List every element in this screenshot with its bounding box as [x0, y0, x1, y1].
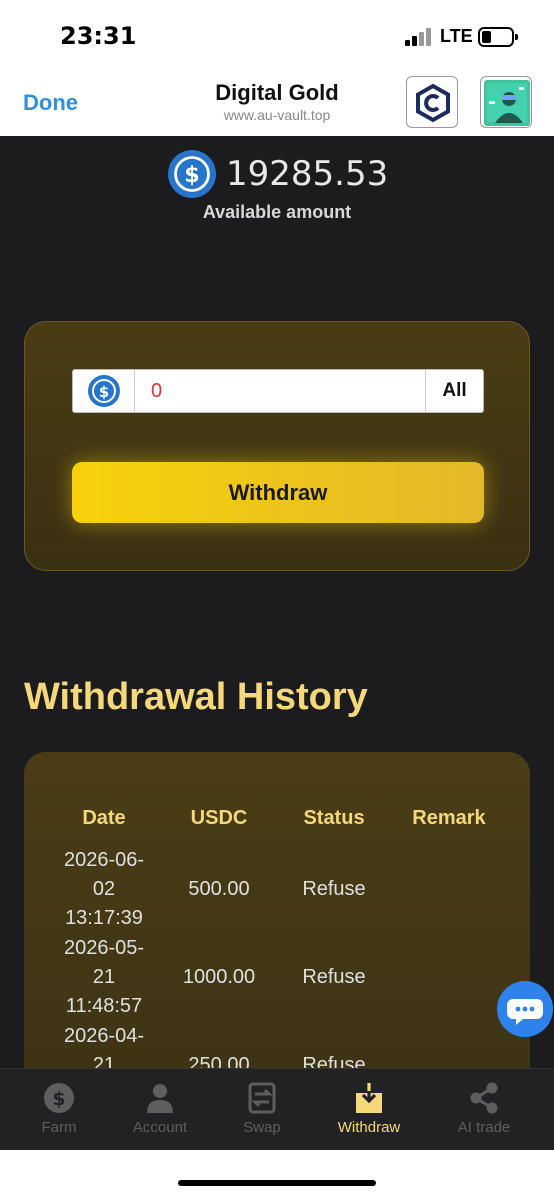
bottom-tab-bar: $ Farm Account Swap Withdraw AI trade: [0, 1068, 554, 1150]
battery-icon: [478, 27, 518, 47]
dollar-coin-icon: $: [42, 1081, 76, 1115]
svg-text:$: $: [184, 163, 199, 188]
svg-text:$: $: [99, 383, 109, 401]
usdc-coin-icon: $: [168, 150, 216, 198]
withdraw-amount-input[interactable]: [139, 370, 425, 412]
app-content: $ 19285.53 Available amount $ All Withdr…: [0, 136, 554, 1150]
swap-icon: [245, 1081, 279, 1115]
withdraw-card: $ All Withdraw: [24, 321, 530, 571]
row-date: 2026-05- 21 11:48:57: [63, 937, 145, 1017]
share-icon: [467, 1081, 501, 1115]
network-type: LTE: [440, 26, 473, 46]
all-button[interactable]: All: [425, 370, 483, 412]
column-header-status: Status: [303, 807, 365, 829]
browser-header: Done Digital Gold www.au-vault.top: [0, 70, 554, 136]
row-status: Refuse: [302, 966, 366, 988]
usdc-coin-icon: $: [73, 370, 135, 412]
tab-label: Account: [132, 1119, 188, 1136]
svg-text:$: $: [52, 1088, 65, 1110]
signal-icon: [405, 28, 435, 46]
amount-input-group: $ All: [72, 369, 484, 413]
status-bar: 23:31 LTE: [0, 0, 554, 70]
person-icon: [143, 1081, 177, 1115]
tab-farm[interactable]: $ Farm: [4, 1069, 114, 1151]
tab-swap[interactable]: Swap: [207, 1069, 317, 1151]
balance-display: $ 19285.53: [0, 150, 554, 198]
avatar[interactable]: [480, 76, 532, 128]
column-header-usdc: USDC: [190, 807, 248, 829]
tab-account[interactable]: Account: [105, 1069, 215, 1151]
row-usdc: 1000.00: [182, 966, 256, 988]
row-usdc: 500.00: [188, 878, 250, 900]
chat-icon: [507, 999, 543, 1025]
home-indicator-area: [0, 1150, 554, 1199]
wallet-logo-icon[interactable]: [406, 76, 458, 128]
tab-ai-trade[interactable]: AI trade: [429, 1069, 539, 1151]
page-title: Digital Gold: [215, 80, 339, 105]
tab-withdraw[interactable]: Withdraw: [314, 1069, 424, 1151]
tab-label: Farm: [41, 1119, 77, 1136]
home-indicator[interactable]: [178, 1180, 376, 1186]
tab-label: AI trade: [457, 1119, 511, 1136]
column-header-date: Date: [82, 807, 126, 829]
chat-support-button[interactable]: [497, 981, 553, 1037]
status-time: 23:31: [60, 22, 137, 50]
column-header-remark: Remark: [412, 807, 486, 829]
row-status: Refuse: [302, 878, 366, 900]
page-url: www.au-vault.top: [223, 107, 331, 123]
row-date: 2026-06- 02 13:17:39: [63, 849, 145, 929]
download-icon: [352, 1081, 386, 1115]
tab-label: Withdraw: [337, 1119, 401, 1136]
tab-label: Swap: [243, 1119, 281, 1136]
balance-amount: 19285.53: [226, 154, 389, 194]
withdraw-button[interactable]: Withdraw: [72, 462, 484, 523]
history-title: Withdrawal History: [24, 676, 368, 718]
balance-label: Available amount: [202, 202, 352, 222]
